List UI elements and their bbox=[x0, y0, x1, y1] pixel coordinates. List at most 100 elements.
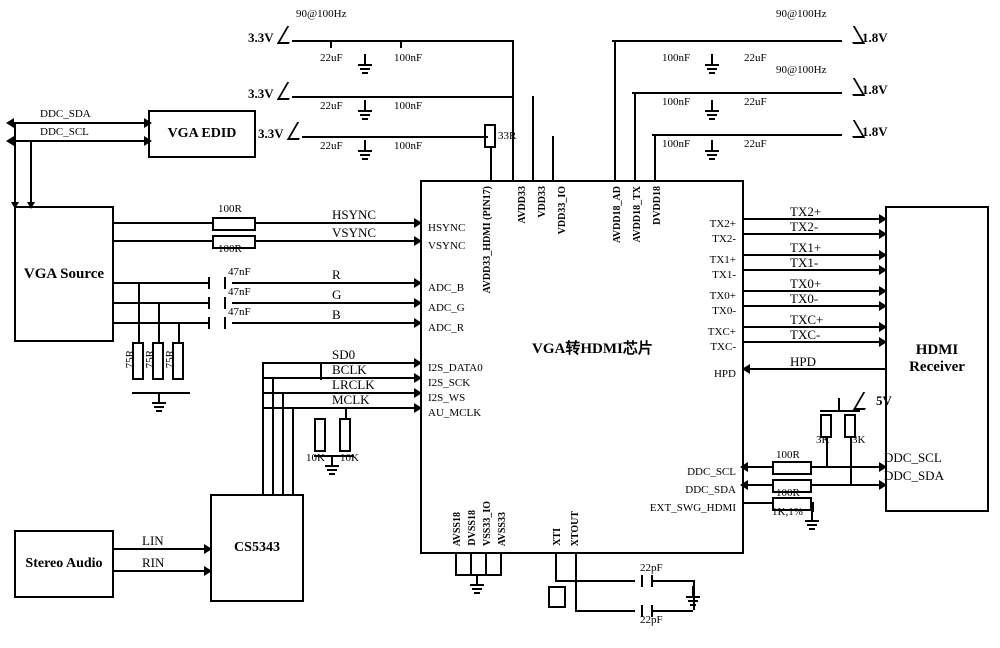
wire bbox=[232, 282, 420, 284]
pin-avdd18tx: AVDD18_TX bbox=[632, 186, 643, 243]
nf100-1: 100nF bbox=[394, 52, 422, 64]
arrow-icon bbox=[414, 403, 422, 413]
r-label: R bbox=[332, 267, 341, 283]
arrow-icon bbox=[879, 250, 887, 260]
chip-block: VGA转HDMI芯片 HSYNC VSYNC ADC_B ADC_G ADC_R… bbox=[420, 180, 744, 554]
nf47-3: 47nF bbox=[228, 306, 251, 318]
cap-plate bbox=[208, 297, 210, 309]
wire bbox=[14, 140, 148, 142]
arrow-icon bbox=[414, 236, 422, 246]
hdmi-receiver-label: HDMI Receiver bbox=[887, 342, 987, 376]
wire bbox=[112, 282, 208, 284]
arrow-icon bbox=[11, 202, 19, 209]
pin-hsync: HSYNC bbox=[428, 222, 465, 234]
wire bbox=[812, 466, 885, 468]
wire bbox=[232, 302, 420, 304]
cap-plate bbox=[208, 277, 210, 289]
arrow-icon bbox=[414, 388, 422, 398]
pin-i2s-sck: I2S_SCK bbox=[428, 377, 470, 389]
nf100-3: 100nF bbox=[394, 140, 422, 152]
pin-tx1p: TX1+ bbox=[710, 254, 736, 266]
uf22-2: 22uF bbox=[320, 100, 343, 112]
arrow-icon bbox=[742, 364, 750, 374]
arrow-icon bbox=[6, 118, 14, 128]
wire bbox=[272, 377, 274, 494]
pin-dvss18: DVSS18 bbox=[467, 510, 478, 546]
arrow-icon bbox=[414, 358, 422, 368]
wire bbox=[30, 140, 32, 208]
stereo-audio-block: Stereo Audio bbox=[14, 530, 114, 598]
arrow-icon bbox=[414, 278, 422, 288]
pin-tx2p: TX2+ bbox=[710, 218, 736, 230]
cap-plate bbox=[208, 317, 210, 329]
pin-xti: XTI bbox=[552, 528, 563, 546]
arrow-icon bbox=[879, 286, 887, 296]
lin-label: LIN bbox=[142, 533, 164, 549]
arrow-icon bbox=[879, 337, 887, 347]
r1k1-label: 1K,1% bbox=[772, 506, 803, 518]
wire bbox=[330, 40, 332, 48]
wire bbox=[555, 580, 635, 582]
hsync-label: HSYNC bbox=[332, 207, 376, 223]
uf22-4: 22uF bbox=[744, 52, 767, 64]
nf47-1: 47nF bbox=[228, 266, 251, 278]
pin-adc-r: ADC_R bbox=[428, 322, 464, 334]
wire bbox=[138, 282, 140, 342]
wire bbox=[178, 322, 180, 342]
wire bbox=[485, 552, 487, 574]
txcp-label: TXC+ bbox=[790, 312, 823, 328]
arrow-icon bbox=[879, 214, 887, 224]
resistor-icon bbox=[339, 418, 351, 452]
tx0n-label: TX0- bbox=[790, 291, 818, 307]
chip-label: VGA转HDMI芯片 bbox=[532, 337, 653, 358]
wire bbox=[612, 40, 842, 42]
arrow-icon bbox=[879, 265, 887, 275]
wire bbox=[812, 484, 885, 486]
vga-edid-block: VGA EDID bbox=[148, 110, 256, 158]
wire bbox=[653, 580, 693, 582]
pin-txcn: TXC- bbox=[710, 341, 736, 353]
wire bbox=[232, 322, 420, 324]
cap-plate bbox=[224, 317, 226, 329]
ddc-sda-label: DDC_SDA bbox=[40, 108, 91, 120]
wire bbox=[14, 122, 16, 208]
vga-edid-label: VGA EDID bbox=[168, 126, 237, 142]
arrow-icon bbox=[879, 322, 887, 332]
arrow-icon bbox=[740, 462, 748, 472]
pin-vdd33io: VDD33_IO bbox=[557, 186, 568, 234]
pin-vsync: VSYNC bbox=[428, 240, 465, 252]
wire bbox=[158, 302, 160, 342]
ferrite-2: 90@100Hz bbox=[776, 8, 826, 20]
g-label: G bbox=[332, 287, 341, 303]
pin-vss33io: VSS33_IO bbox=[482, 501, 493, 546]
r75-3: 75R bbox=[164, 350, 176, 368]
pin-adc-b: ADC_B bbox=[428, 282, 464, 294]
cap-plate bbox=[224, 297, 226, 309]
vsource-icon bbox=[853, 392, 875, 410]
wire bbox=[654, 134, 656, 180]
vga-source-block: VGA Source bbox=[14, 206, 114, 342]
wire bbox=[838, 398, 840, 410]
crystal-icon bbox=[548, 586, 566, 608]
arrow-icon bbox=[27, 202, 35, 209]
arrow-icon bbox=[6, 136, 14, 146]
pin-i2s-ws: I2S_WS bbox=[428, 392, 465, 404]
stereo-audio-label: Stereo Audio bbox=[25, 556, 102, 572]
r3k-1: 3K bbox=[816, 434, 829, 446]
pin-ddc-sda: DDC_SDA bbox=[685, 484, 736, 496]
v5-label: 5V bbox=[876, 393, 892, 409]
wire bbox=[820, 410, 860, 412]
vga-source-label: VGA Source bbox=[24, 266, 104, 283]
wire bbox=[302, 136, 488, 138]
ddc-scl-label: DDC_SCL bbox=[40, 126, 89, 138]
pin-avss18: AVSS18 bbox=[452, 512, 463, 546]
pin-i2s-data0: I2S_DATA0 bbox=[428, 362, 483, 374]
arrow-icon bbox=[879, 229, 887, 239]
arrow-icon bbox=[414, 298, 422, 308]
wire bbox=[634, 92, 636, 180]
wire bbox=[653, 610, 693, 612]
uf22-6: 22uF bbox=[744, 138, 767, 150]
r100-ddc1: 100R bbox=[776, 449, 800, 461]
wire bbox=[292, 96, 512, 98]
wire bbox=[614, 40, 616, 180]
